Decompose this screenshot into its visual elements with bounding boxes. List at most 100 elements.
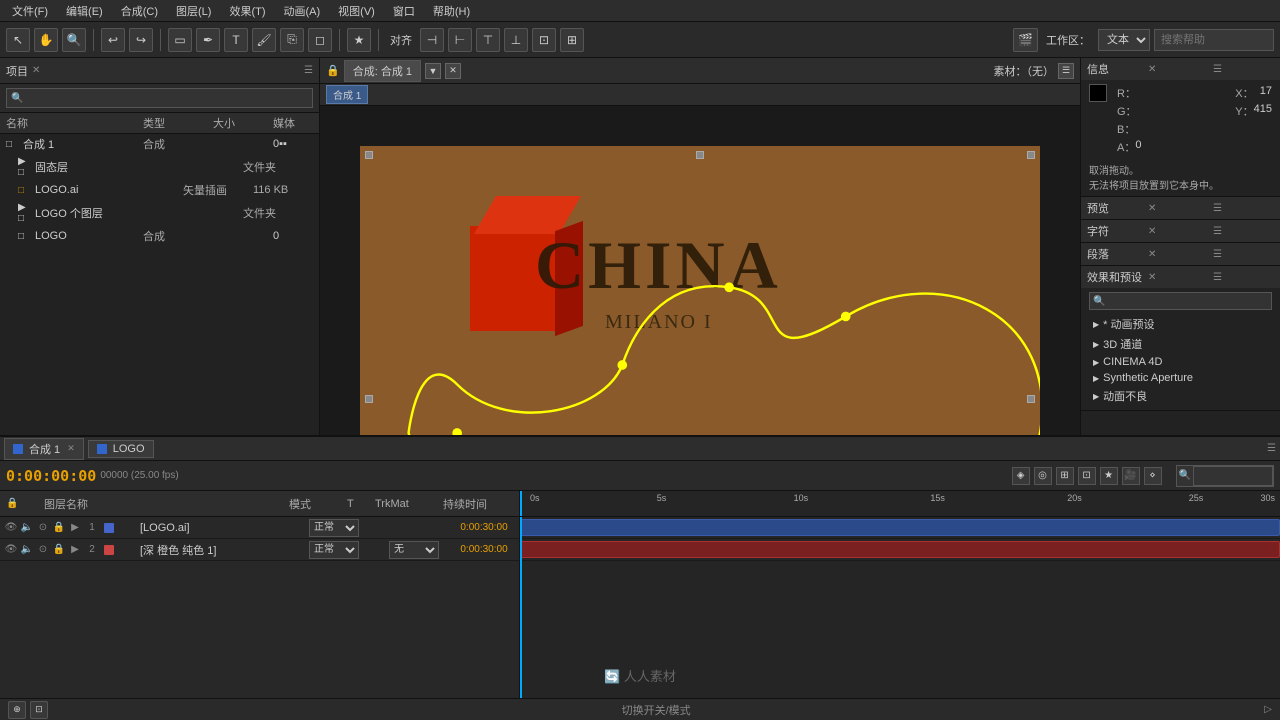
render-btn[interactable]: 🎬 bbox=[1013, 28, 1038, 52]
para-close[interactable]: ✕ bbox=[1148, 249, 1209, 260]
align-middle[interactable]: ⊡ bbox=[532, 28, 556, 52]
status-btn-2[interactable]: ⊡ bbox=[30, 701, 48, 719]
para-header[interactable]: 段落 ✕ ☰ bbox=[1081, 243, 1280, 265]
menu-compose[interactable]: 合成(C) bbox=[113, 1, 166, 21]
corner-handle-tr[interactable] bbox=[1027, 151, 1035, 159]
align-left[interactable]: ⊣ bbox=[420, 28, 444, 52]
para-menu[interactable]: ☰ bbox=[1213, 249, 1274, 260]
tool-pen[interactable]: ✒ bbox=[196, 28, 220, 52]
layer-2-solo[interactable]: ⊙ bbox=[36, 543, 50, 557]
tab-close-1[interactable]: ✕ bbox=[67, 443, 75, 454]
corner-handle-tl[interactable] bbox=[365, 151, 373, 159]
tc-motion-btn[interactable]: ◎ bbox=[1034, 467, 1052, 485]
tc-blending-btn[interactable]: ⊡ bbox=[1078, 467, 1096, 485]
timeline-tab-comp1[interactable]: 合成 1 ✕ bbox=[4, 438, 84, 460]
preview-menu[interactable]: ☰ bbox=[1213, 203, 1274, 214]
menu-edit[interactable]: 编辑(E) bbox=[58, 1, 111, 21]
corner-handle-mr[interactable] bbox=[1027, 395, 1035, 403]
help-search[interactable] bbox=[1154, 29, 1274, 51]
corner-handle-ml[interactable] bbox=[365, 395, 373, 403]
layer-1-audio[interactable]: 🔈 bbox=[20, 521, 34, 535]
tool-redo[interactable]: ↪ bbox=[129, 28, 153, 52]
char-header[interactable]: 字符 ✕ ☰ bbox=[1081, 220, 1280, 242]
effect-label: 3D 通道 bbox=[1103, 336, 1142, 352]
tool-puppet[interactable]: ★ bbox=[347, 28, 371, 52]
layer-2-expand[interactable]: ▶ bbox=[68, 543, 82, 557]
menu-window[interactable]: 窗口 bbox=[385, 1, 423, 21]
effect-item-3dchannel[interactable]: ▶ 3D 通道 bbox=[1089, 334, 1272, 354]
align-bottom[interactable]: ⊞ bbox=[560, 28, 584, 52]
effect-item-animation[interactable]: ▶ * 动画预设 bbox=[1089, 314, 1272, 334]
tool-undo[interactable]: ↩ bbox=[101, 28, 125, 52]
effect-item-cinema4d[interactable]: ▶ CINEMA 4D bbox=[1089, 354, 1272, 370]
tool-text[interactable]: T bbox=[224, 28, 248, 52]
effects-close[interactable]: ✕ bbox=[1148, 272, 1209, 283]
tc-camera-btn[interactable]: 🎥 bbox=[1122, 467, 1140, 485]
tool-hand[interactable]: ✋ bbox=[34, 28, 58, 52]
layer-1-solo[interactable]: ⊙ bbox=[36, 521, 50, 535]
track-bar-2[interactable] bbox=[520, 541, 1280, 558]
layer-2-mode[interactable]: 正常 bbox=[309, 541, 359, 559]
tool-eraser[interactable]: ◻ bbox=[308, 28, 332, 52]
layer-1-expand[interactable]: ▶ bbox=[68, 521, 82, 535]
timeline-menu[interactable]: ☰ bbox=[1267, 443, 1276, 454]
x-value: 17 bbox=[1260, 85, 1272, 101]
layer-1-mode[interactable]: 正常 bbox=[309, 519, 359, 537]
tree-item-logo-layers[interactable]: ▶ □ LOGO 个图层 文件夹 bbox=[0, 200, 319, 226]
comp-close-btn[interactable]: ✕ bbox=[445, 63, 461, 79]
tc-3d-btn[interactable]: ⊞ bbox=[1056, 467, 1074, 485]
tc-markers-btn[interactable]: ◈ bbox=[1012, 467, 1030, 485]
menu-animate[interactable]: 动画(A) bbox=[276, 1, 329, 21]
menu-view[interactable]: 视图(V) bbox=[330, 1, 383, 21]
tree-item-comp1[interactable]: □ 合成 1 合成 0▪▪ bbox=[0, 134, 319, 154]
effects-header[interactable]: 效果和预设 ✕ ☰ bbox=[1081, 266, 1280, 288]
menu-file[interactable]: 文件(F) bbox=[4, 1, 56, 21]
status-btn-1[interactable]: ⊕ bbox=[8, 701, 26, 719]
tree-item-logoai[interactable]: □ LOGO.ai 矢量插画 116 KB bbox=[0, 180, 319, 200]
tree-item-logo[interactable]: □ LOGO 合成 0 bbox=[0, 226, 319, 246]
align-right[interactable]: ⊤ bbox=[476, 28, 500, 52]
timeline-tab-logo[interactable]: LOGO bbox=[88, 440, 154, 458]
align-center[interactable]: ⊢ bbox=[448, 28, 472, 52]
effect-item-more[interactable]: ▶ 动面不良 bbox=[1089, 386, 1272, 406]
info-menu[interactable]: ☰ bbox=[1213, 64, 1274, 75]
preview-header[interactable]: 预览 ✕ ☰ bbox=[1081, 197, 1280, 219]
track-playhead[interactable] bbox=[520, 517, 522, 698]
tool-clone[interactable]: ⎘ bbox=[280, 28, 304, 52]
layer-2-vis[interactable]: 👁 bbox=[4, 543, 18, 557]
material-menu[interactable]: ☰ bbox=[1058, 63, 1074, 79]
corner-handle-tm[interactable] bbox=[696, 151, 704, 159]
tool-brush[interactable]: 🖌 bbox=[252, 28, 276, 52]
tc-keyframe-btn[interactable]: ⋄ bbox=[1144, 467, 1162, 485]
tool-zoom[interactable]: 🔍 bbox=[62, 28, 86, 52]
layer-1-lock[interactable]: 🔒 bbox=[52, 521, 66, 535]
project-search-input[interactable] bbox=[23, 90, 308, 106]
tool-select[interactable]: ↖ bbox=[6, 28, 30, 52]
effect-item-synthetic[interactable]: ▶ Synthetic Aperture bbox=[1089, 370, 1272, 386]
tc-effects-btn[interactable]: ★ bbox=[1100, 467, 1118, 485]
tool-rect[interactable]: ▭ bbox=[168, 28, 192, 52]
timeline-search-input[interactable] bbox=[1193, 466, 1273, 486]
info-section-header[interactable]: 信息 ✕ ☰ bbox=[1081, 58, 1280, 80]
workspace-select[interactable]: 文本 bbox=[1098, 29, 1150, 51]
char-close[interactable]: ✕ bbox=[1148, 226, 1209, 237]
track-bar-1[interactable] bbox=[520, 519, 1280, 536]
menu-help[interactable]: 帮助(H) bbox=[425, 1, 478, 21]
info-close[interactable]: ✕ bbox=[1148, 64, 1209, 75]
comp-subtab[interactable]: 合成 1 bbox=[326, 85, 368, 104]
effects-menu[interactable]: ☰ bbox=[1213, 272, 1274, 283]
effects-search-input[interactable] bbox=[1108, 293, 1271, 309]
menu-effect[interactable]: 效果(T) bbox=[221, 1, 273, 21]
layer-2-trkmat[interactable]: 无 bbox=[389, 541, 449, 559]
preview-close[interactable]: ✕ bbox=[1148, 203, 1209, 214]
comp-menu-btn[interactable]: ▼ bbox=[425, 63, 441, 79]
tree-item-solidlayer[interactable]: ▶ □ 固态层 文件夹 bbox=[0, 154, 319, 180]
layer-1-vis[interactable]: 👁 bbox=[4, 521, 18, 535]
comp-tab-1[interactable]: 合成: 合成 1 bbox=[344, 60, 421, 82]
align-top[interactable]: ⊥ bbox=[504, 28, 528, 52]
layer-2-audio[interactable]: 🔈 bbox=[20, 543, 34, 557]
layer-2-lock[interactable]: 🔒 bbox=[52, 543, 66, 557]
menu-layer[interactable]: 图层(L) bbox=[168, 1, 219, 21]
playhead[interactable] bbox=[520, 491, 522, 516]
char-menu[interactable]: ☰ bbox=[1213, 226, 1274, 237]
